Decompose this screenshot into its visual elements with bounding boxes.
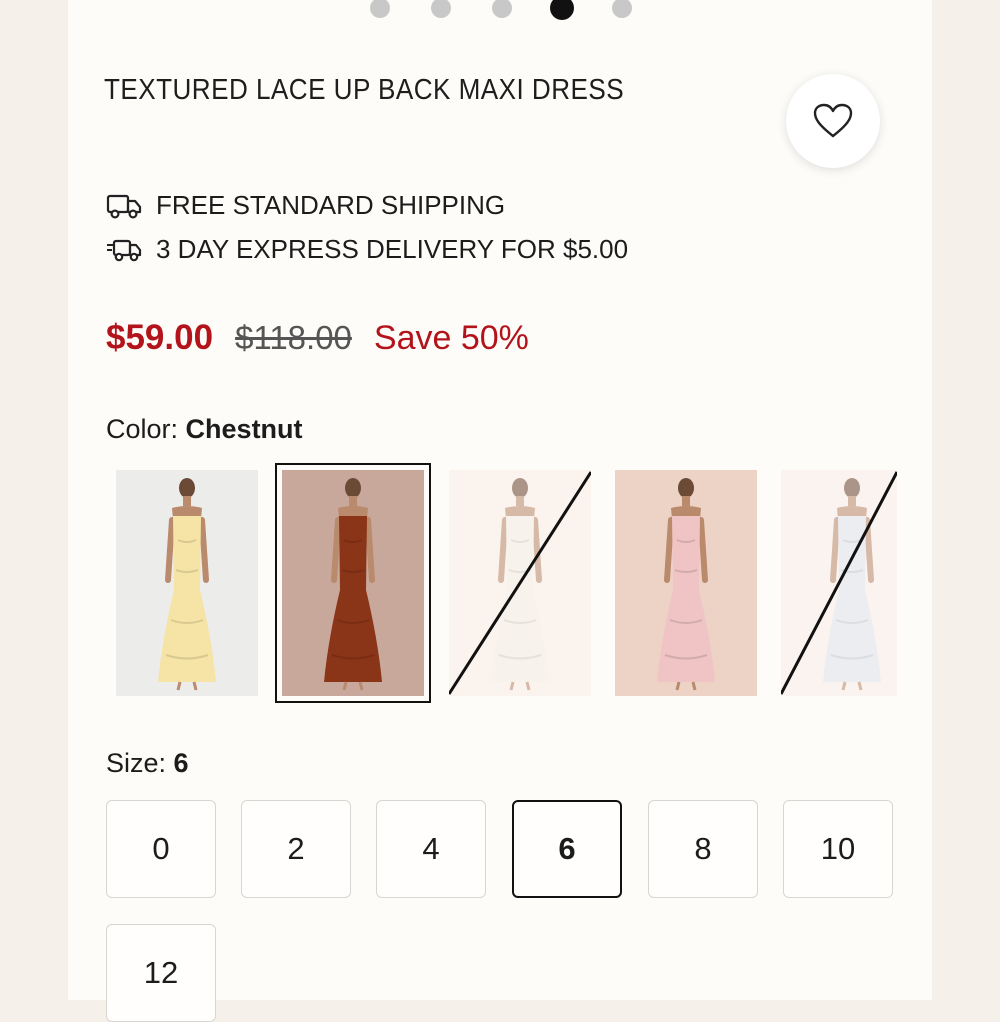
- heart-icon: [813, 103, 853, 138]
- original-price: $118.00: [235, 319, 352, 356]
- shipping-free: FREE STANDARD SHIPPING: [106, 190, 505, 221]
- swatch-yellow[interactable]: [116, 470, 258, 696]
- size-option-0[interactable]: 0: [106, 800, 216, 898]
- size-option-4[interactable]: 4: [376, 800, 486, 898]
- shipping-free-label: FREE STANDARD SHIPPING: [156, 190, 506, 220]
- color-swatches: [112, 463, 902, 706]
- size-option-8[interactable]: 8: [648, 800, 758, 898]
- price-row: $59.00 $118.00 Save 50%: [106, 318, 529, 358]
- wishlist-button[interactable]: [786, 74, 880, 168]
- unavailable-slash-icon: [781, 471, 897, 695]
- fast-truck-icon: [106, 235, 142, 265]
- shipping-express: 3 DAY EXPRESS DELIVERY FOR $5.00: [106, 234, 628, 265]
- dress-photo: [282, 470, 424, 696]
- swatch-white[interactable]: [449, 470, 591, 696]
- swatch-chestnut[interactable]: [275, 463, 431, 703]
- size-option-2[interactable]: 2: [241, 800, 351, 898]
- swatch-light-blue[interactable]: [781, 470, 897, 696]
- discount-label: Save 50%: [373, 319, 529, 357]
- dress-photo: [615, 470, 757, 696]
- size-option-6[interactable]: 6: [512, 800, 622, 898]
- dress-photo: [116, 470, 258, 696]
- size-label: Size: 6: [106, 748, 189, 778]
- size-option-10[interactable]: 10: [783, 800, 893, 898]
- shipping-express-label: 3 DAY EXPRESS DELIVERY FOR $5.00: [156, 234, 629, 264]
- unavailable-slash-icon: [449, 471, 591, 695]
- selected-color: Chestnut: [185, 414, 303, 444]
- color-label: Color: Chestnut: [106, 414, 303, 444]
- current-price: $59.00: [106, 318, 214, 357]
- truck-icon: [106, 191, 142, 221]
- product-title: TEXTURED LACE UP BACK MAXI DRESS: [104, 74, 625, 106]
- size-option-12[interactable]: 12: [106, 924, 216, 1022]
- selected-size: 6: [173, 748, 189, 778]
- swatch-pink[interactable]: [615, 470, 757, 696]
